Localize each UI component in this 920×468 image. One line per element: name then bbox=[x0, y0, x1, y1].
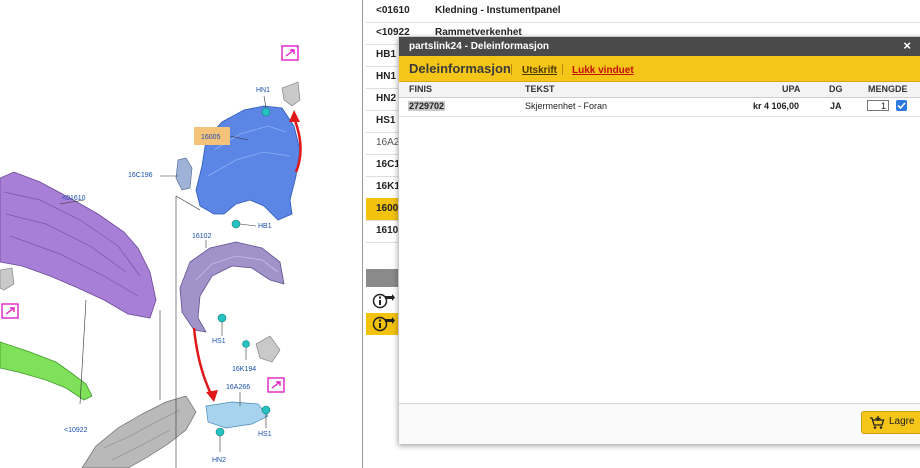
part-price: kr 4 106,00 bbox=[753, 101, 800, 111]
col-dg: DG bbox=[829, 84, 843, 94]
print-link[interactable]: Utskrift bbox=[522, 65, 557, 76]
dg-value: JA bbox=[830, 101, 842, 111]
table-row: 2729702 Skjermenhet - Foran kr 4 106,00 … bbox=[399, 98, 920, 117]
close-window-link[interactable]: Lukk vinduet bbox=[572, 65, 634, 76]
part-code: HN1 bbox=[376, 71, 397, 82]
header-separator bbox=[511, 64, 512, 75]
callout-HB1: HB1 bbox=[258, 223, 272, 230]
part-info-button-active[interactable] bbox=[366, 313, 398, 335]
splash-shield-part bbox=[205, 401, 269, 429]
checkmark-icon bbox=[897, 102, 906, 110]
callout-HN1: HN1 bbox=[256, 87, 270, 94]
dialog-title: partslink24 - Deleinformasjon bbox=[409, 41, 550, 52]
part-info-button[interactable] bbox=[366, 290, 398, 312]
close-icon[interactable]: × bbox=[903, 38, 911, 53]
cart-add-icon bbox=[870, 416, 885, 429]
callout-16C196: 16C196 bbox=[128, 172, 153, 179]
part-code: 16A2 bbox=[376, 137, 400, 148]
quantity-input[interactable]: 1 bbox=[867, 100, 889, 111]
select-checkbox[interactable] bbox=[896, 100, 907, 111]
parts-row[interactable]: <01610 Kledning - Instumentpanel bbox=[366, 0, 920, 23]
callout-HN2: HN2 bbox=[212, 457, 226, 464]
dialog-header: Deleinformasjon Utskrift Lukk vinduet bbox=[399, 56, 920, 82]
save-button-label: Lagre bbox=[889, 416, 915, 427]
col-tekst: TEKST bbox=[525, 84, 555, 94]
bracket-16C196-part bbox=[175, 157, 193, 191]
callout-10922: <10922 bbox=[64, 427, 88, 434]
panel-divider bbox=[362, 0, 363, 468]
header-separator bbox=[562, 64, 563, 75]
part-code: 1610 bbox=[376, 225, 399, 236]
wheel-liner-part bbox=[179, 241, 285, 333]
part-code: HN2 bbox=[376, 93, 397, 104]
scroll-marker bbox=[366, 269, 398, 287]
parts-diagram: <01610 <10922 16C196 16102 16005 HN1 HB1… bbox=[0, 0, 362, 468]
col-upa: UPA bbox=[782, 84, 801, 94]
callout-16102: 16102 bbox=[192, 233, 212, 240]
callout-HS1: HS1 bbox=[212, 338, 226, 345]
callout-01610: <01610 bbox=[62, 195, 86, 202]
finis-number: 2729702 bbox=[408, 101, 446, 111]
link-icon-top bbox=[281, 45, 299, 61]
link-icon-left bbox=[1, 303, 19, 319]
col-finis: FINIS bbox=[409, 84, 433, 94]
lower-structure-part bbox=[81, 395, 197, 468]
callout-HS1-lower: HS1 bbox=[258, 431, 272, 438]
dialog-titlebar[interactable]: partslink24 - Deleinformasjon × bbox=[399, 37, 920, 56]
callout-16K194: 16K194 bbox=[232, 366, 256, 373]
part-code: 16C1 bbox=[376, 159, 400, 170]
part-code: <01610 bbox=[376, 5, 410, 16]
part-code: HB1 bbox=[376, 49, 397, 60]
part-code: HS1 bbox=[376, 115, 396, 126]
col-mengde: MENGDE bbox=[868, 84, 908, 94]
frame-rail-part bbox=[0, 341, 93, 401]
info-arrow-icon bbox=[372, 316, 395, 332]
part-description: Skjermenhet - Foran bbox=[525, 101, 608, 111]
callout-16A266: 16A266 bbox=[226, 384, 250, 391]
link-icon-right bbox=[267, 377, 285, 393]
fender-part bbox=[195, 105, 301, 221]
callout-16005: 16005 bbox=[201, 134, 221, 141]
part-code: 1600 bbox=[376, 203, 399, 214]
dashboard-panel-part bbox=[0, 171, 157, 319]
dialog-heading: Deleinformasjon bbox=[409, 61, 511, 76]
save-button[interactable]: Lagre bbox=[861, 411, 920, 434]
diagram-drawing: <01610 <10922 16C196 16102 16005 HN1 HB1… bbox=[0, 45, 302, 468]
part-code: 16K1 bbox=[376, 181, 400, 192]
part-info-dialog: partslink24 - Deleinformasjon × Deleinfo… bbox=[398, 36, 920, 444]
part-name: Kledning - Instumentpanel bbox=[435, 5, 561, 16]
table-header: FINIS TEKST UPA DG MENGDE bbox=[399, 82, 920, 98]
dialog-footer: Lagre bbox=[399, 403, 920, 444]
info-arrow-icon bbox=[372, 293, 395, 309]
